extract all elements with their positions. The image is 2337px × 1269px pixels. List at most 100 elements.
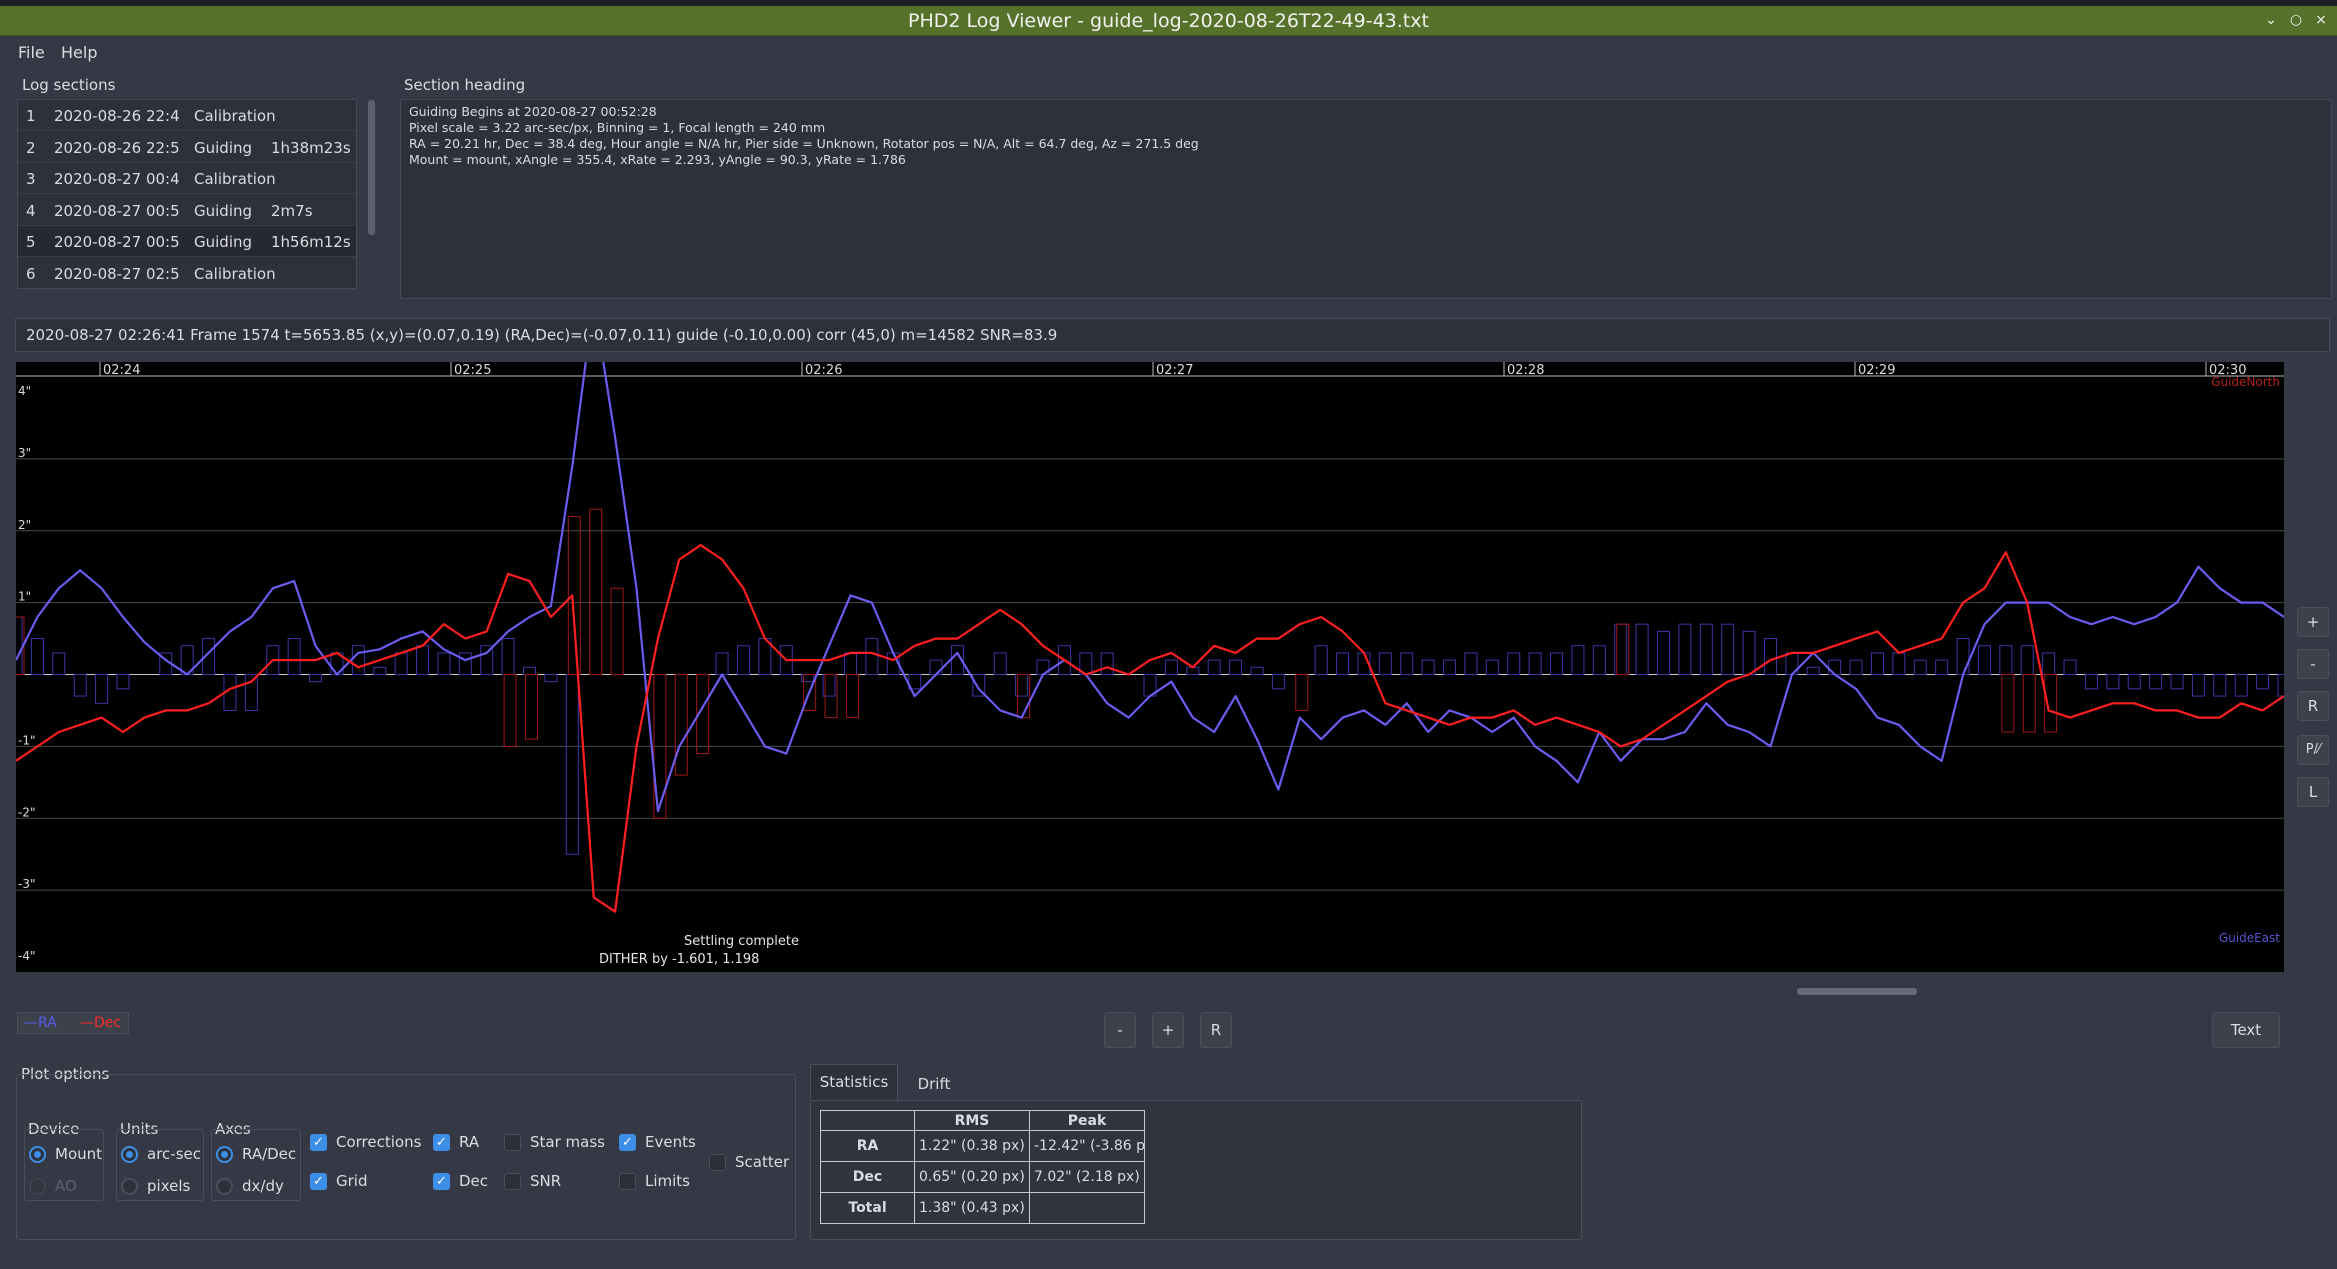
device-ao-radio[interactable] [29, 1178, 46, 1195]
ra-correction-bar [501, 638, 515, 675]
log-sections-table[interactable]: 1 2020-08-26 22:49:4 Calibration 2 2020-08-2… [17, 99, 357, 289]
ra-correction-bar [1528, 652, 1542, 675]
ra-correction-bar [1336, 652, 1350, 675]
ra-correction-bar [1935, 659, 1949, 675]
log-sections-scrollbar[interactable] [368, 100, 375, 235]
menu-file[interactable]: File [18, 43, 45, 62]
ra-correction-bar [1828, 659, 1842, 675]
dec-checkbox[interactable]: ✓ [433, 1173, 450, 1190]
axes-radec-radio[interactable] [216, 1146, 233, 1163]
text-button[interactable]: Text [2212, 1012, 2280, 1048]
ra-correction-bar [1592, 645, 1606, 675]
log-row-time: 2020-08-27 00:48:5 [54, 170, 180, 188]
x-axis-band [16, 362, 2284, 376]
zoom-in-button[interactable]: + [1152, 1012, 1184, 1048]
ra-correction-bar [2063, 659, 2077, 675]
ra-correction-bar [30, 638, 44, 675]
ra-correction-bar [929, 659, 943, 675]
menu-help[interactable]: Help [61, 43, 97, 62]
chart-horizontal-scrollbar[interactable] [1797, 988, 1917, 995]
ra-correction-bar [437, 652, 451, 675]
list-item[interactable]: 6 2020-08-27 02:52:5 Calibration [18, 258, 356, 288]
log-row-type: Calibration [194, 170, 276, 188]
tab-drift[interactable]: Drift [904, 1064, 964, 1100]
y-tick-label: 1" [18, 590, 31, 604]
device-mount-label: Mount [55, 1145, 103, 1163]
ra-correction-bar [458, 652, 472, 675]
ra-correction-bar [1229, 659, 1243, 675]
guide-chart[interactable]: 02:24 02:25 02:26 02:27 02:28 02:29 02:30 4" 3" 2… [16, 362, 2284, 972]
scatter-checkbox[interactable] [709, 1154, 726, 1171]
axes-dxdy-label: dx/dy [242, 1177, 284, 1195]
star-mass-checkbox[interactable] [504, 1134, 521, 1151]
ra-correction-bar [2277, 674, 2284, 697]
ra-series-line [16, 362, 2284, 813]
ra-checkbox[interactable]: ✓ [433, 1134, 450, 1151]
side-limits-button[interactable]: L [2297, 777, 2329, 807]
side-zoom-in-button[interactable]: + [2297, 607, 2329, 637]
tab-statistics[interactable]: Statistics [810, 1064, 898, 1100]
events-checkbox[interactable]: ✓ [619, 1134, 636, 1151]
list-item[interactable]: 3 2020-08-27 00:48:5 Calibration [18, 163, 356, 194]
ra-correction-bar [565, 674, 579, 855]
ra-correction-bar [544, 674, 558, 683]
ra-correction-bar [1721, 623, 1735, 675]
frame-status-text: 2020-08-27 02:26:41 Frame 1574 t=5653.85… [26, 326, 1058, 344]
window-title: PHD2 Log Viewer - guide_log-2020-08-26T2… [908, 10, 1429, 32]
maximize-icon[interactable]: ○ [2285, 12, 2307, 28]
list-item[interactable]: 1 2020-08-26 22:49:4 Calibration [18, 100, 356, 131]
side-pf-button[interactable]: P/⁄ [2297, 735, 2329, 765]
ra-correction-bar [1271, 674, 1285, 690]
list-item[interactable]: 4 2020-08-27 00:50:1 Guiding 2m7s [18, 195, 356, 226]
minimize-icon[interactable]: ⌄ [2260, 12, 2282, 28]
limits-checkbox[interactable] [619, 1173, 636, 1190]
log-sections-label: Log sections [22, 76, 116, 94]
axes-dxdy-radio[interactable] [216, 1178, 233, 1195]
table-row: Dec 0.65" (0.20 px) 7.02" (2.18 px) [820, 1161, 1145, 1193]
log-row-number: 4 [26, 201, 36, 220]
list-item[interactable]: 5 2020-08-27 00:52:2 Guiding 1h56m12s [18, 226, 356, 257]
units-pixels-radio[interactable] [121, 1178, 138, 1195]
grid-checkbox[interactable]: ✓ [310, 1173, 327, 1190]
stats-rms-value: 0.65" (0.20 px) [914, 1161, 1030, 1193]
heading-line: Pixel scale = 3.22 arc-sec/px, Binning =… [409, 120, 826, 135]
ra-correction-bar [2084, 674, 2098, 690]
ra-correction-bar [416, 645, 430, 675]
snr-checkbox[interactable] [504, 1173, 521, 1190]
log-row-number: 2 [26, 138, 36, 157]
list-item[interactable]: 2 2020-08-26 22:51:2 Guiding 1h38m23s [18, 132, 356, 163]
dec-correction-bar [610, 587, 624, 675]
ra-correction-bar [1314, 645, 1328, 675]
device-mount-radio[interactable] [29, 1146, 46, 1163]
ra-correction-bar [1485, 659, 1499, 675]
stats-row-label: Total [820, 1192, 915, 1224]
ra-correction-bar [1400, 652, 1414, 675]
frame-status-line: 2020-08-27 02:26:41 Frame 1574 t=5653.85… [15, 318, 2330, 352]
ra-correction-bar [1999, 645, 2013, 675]
zoom-reset-button[interactable]: R [1200, 1012, 1232, 1048]
dec-correction-bar [674, 674, 688, 776]
log-row-time: 2020-08-27 02:52:5 [54, 264, 180, 283]
legend-ra: —RA [24, 1015, 57, 1031]
ra-correction-bar [1378, 652, 1392, 675]
dither-annotation: DITHER by -1.601, 1.198 [599, 952, 759, 967]
ra-correction-bar [1635, 623, 1649, 675]
corrections-checkbox[interactable]: ✓ [310, 1134, 327, 1151]
y-tick-label: 4" [18, 384, 31, 398]
units-arcsec-radio[interactable] [121, 1146, 138, 1163]
ra-correction-bar [1550, 652, 1564, 675]
ra-correction-bar [1849, 659, 1863, 675]
legend-dec: —Dec [80, 1015, 122, 1031]
y-tick-label: -4" [18, 949, 35, 963]
ra-correction-bar [2170, 674, 2184, 690]
ra-label: RA [459, 1133, 480, 1151]
side-zoom-out-button[interactable]: - [2297, 649, 2329, 679]
x-tick-label: 02:27 [1156, 363, 1193, 378]
stats-rms-value: 1.22" (0.38 px) [914, 1130, 1030, 1162]
x-tick-label: 02:28 [1507, 363, 1544, 378]
side-reset-button[interactable]: R [2297, 691, 2329, 721]
ra-correction-bar [843, 652, 857, 675]
close-icon[interactable]: × [2310, 12, 2332, 28]
zoom-out-button[interactable]: - [1104, 1012, 1136, 1048]
ra-correction-bar [116, 674, 130, 690]
